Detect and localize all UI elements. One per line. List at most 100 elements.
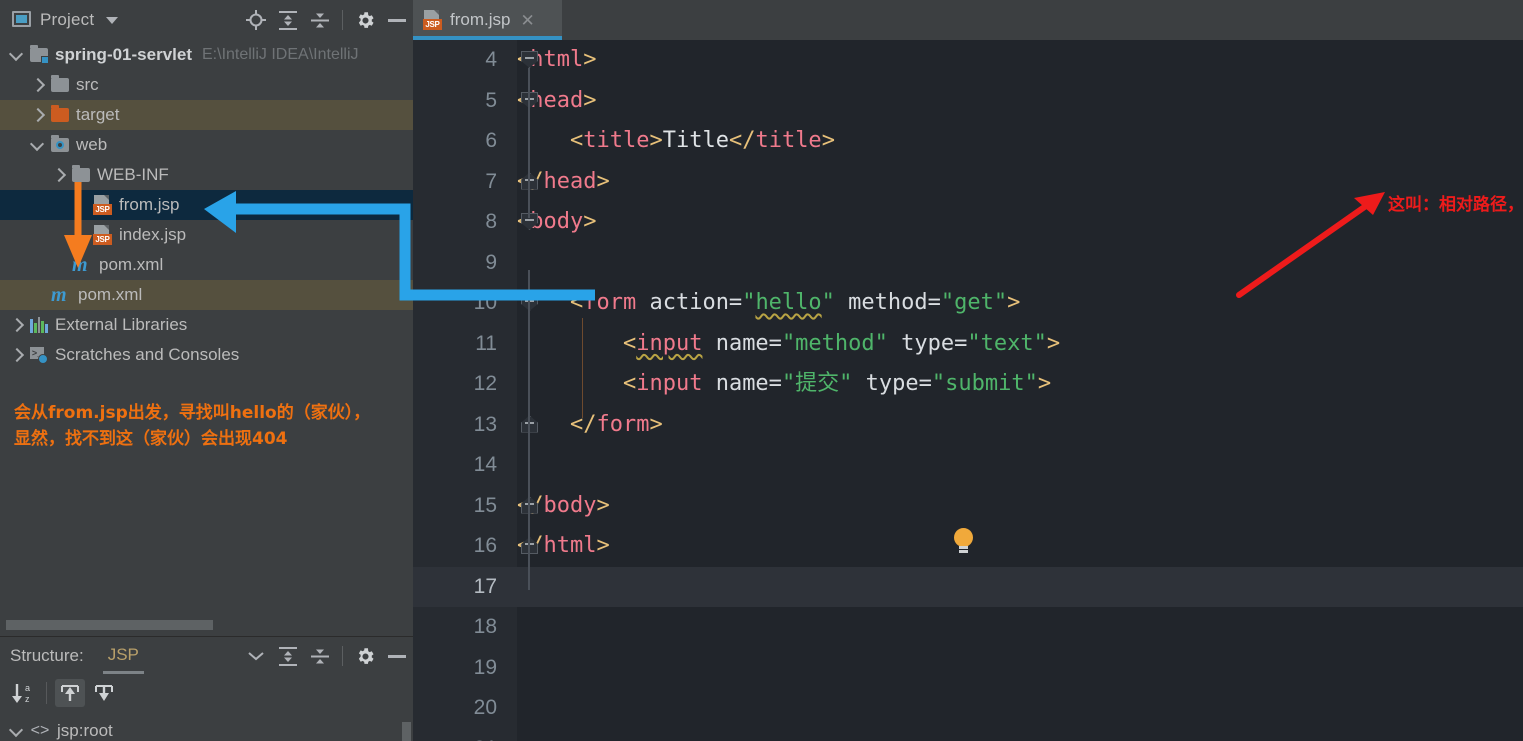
tree-node-label: spring-01-servlet (55, 45, 192, 64)
line-source: <input name="提交" type="submit"> (622, 371, 1052, 396)
fold-marker-line-4[interactable] (521, 51, 538, 68)
line-number: 13 (473, 412, 497, 436)
chevron-down-icon[interactable] (8, 723, 24, 739)
structure-scrollbar-thumb[interactable] (402, 722, 411, 741)
code-line-21[interactable]: 21 (413, 729, 1523, 741)
folder-icon (51, 75, 69, 92)
structure-node-jsp-root[interactable]: <> jsp:root (0, 721, 413, 741)
orange-annotation-line1: 会从from.jsp出发，寻找叫hello的（家伙）， (14, 403, 371, 423)
line-source: <title>Title</title> (569, 128, 835, 153)
tree-node-label: target (76, 105, 120, 124)
project-tool-window: Project spring-01-servlet E:\IntelliJ ID… (0, 0, 413, 741)
fold-connector-line (528, 270, 530, 590)
tree-node-label: index.jsp (119, 225, 187, 244)
code-line-19[interactable]: 19 (413, 648, 1523, 689)
chevron-right-icon[interactable] (8, 347, 24, 363)
line-number: 12 (473, 372, 497, 395)
lightbulb-icon[interactable] (954, 528, 974, 554)
structure-expand-all-icon[interactable] (272, 641, 304, 671)
orange-arrow-annotation (64, 182, 92, 268)
code-line-13[interactable]: 13 </form> (413, 405, 1523, 446)
chevron-down-icon[interactable] (8, 47, 24, 63)
tree-node-label: pom.xml (99, 255, 164, 274)
gear-icon[interactable] (349, 5, 381, 35)
chevron-right-icon[interactable] (29, 77, 45, 93)
svg-text:a: a (25, 683, 30, 693)
web-folder-icon (51, 135, 69, 152)
code-line-17[interactable]: 17 (413, 566, 1523, 607)
structure-chevron-down-icon[interactable] (240, 641, 272, 671)
indent-guide (582, 318, 583, 418)
orange-annotation-line2: 显然，找不到这（家伙）会出现404 (14, 429, 288, 449)
editor-tab-label: from.jsp (450, 10, 511, 29)
code-line-12[interactable]: 12 <input name="提交" type="submit"> (413, 364, 1523, 405)
editor-tab-from-jsp[interactable]: JSP from.jsp ✕ (413, 0, 562, 40)
project-tree[interactable]: spring-01-servlet E:\IntelliJ IDEA\Intell… (0, 40, 413, 602)
tree-node-label: Scratches and Consoles (55, 345, 240, 364)
chevron-right-icon[interactable] (8, 317, 24, 333)
structure-minimize-icon[interactable] (381, 641, 413, 671)
tree-node-scratches-and-consoles[interactable]: >_ Scratches and Consoles (0, 340, 413, 370)
close-icon[interactable]: ✕ (520, 12, 534, 29)
chevron-down-icon[interactable] (106, 16, 119, 24)
editor-tab-bar: JSP from.jsp ✕ (413, 0, 1523, 40)
tree-node-label: web (76, 135, 108, 154)
editor-area: JSP from.jsp ✕ 4<html>5<head>6 <title>Ti… (413, 0, 1523, 741)
chevron-down-icon[interactable] (29, 137, 45, 153)
minimize-icon[interactable] (381, 5, 413, 35)
structure-label: Structure: (10, 646, 84, 665)
scrollbar-thumb[interactable] (6, 620, 213, 630)
line-number: 5 (485, 88, 497, 112)
editor-code-area[interactable]: 4<html>5<head>6 <title>Title</title>7</h… (413, 40, 1523, 741)
line-number: 20 (473, 696, 497, 719)
code-line-6[interactable]: 6 <title>Title</title> (413, 121, 1523, 162)
code-line-15[interactable]: 15</body> (413, 486, 1523, 527)
structure-tab-jsp[interactable]: JSP (102, 645, 145, 674)
scratches-icon: >_ (30, 347, 48, 364)
sort-alphabetically-icon[interactable]: a z (8, 679, 38, 707)
structure-toolbar-separator (342, 646, 343, 666)
libraries-icon (30, 317, 48, 333)
autoscroll-to-source-icon[interactable] (55, 679, 85, 707)
structure-row2-separator (46, 682, 47, 704)
orange-annotation-text: 会从from.jsp出发，寻找叫hello的（家伙）， 显然，找不到这（家伙）会… (14, 400, 414, 452)
code-line-20[interactable]: 20 (413, 688, 1523, 729)
tree-node-label: pom.xml (78, 285, 143, 304)
collapse-all-icon[interactable] (304, 5, 336, 35)
code-line-5[interactable]: 5<head> (413, 81, 1523, 122)
tree-node-label: from.jsp (119, 195, 180, 214)
blue-arrow-annotation (204, 191, 595, 301)
line-number: 21 (413, 729, 497, 741)
line-source: </form> (569, 411, 663, 437)
structure-tree[interactable]: <> jsp:root (0, 721, 413, 741)
tree-node-src[interactable]: src (0, 70, 413, 100)
maven-icon: m (51, 284, 67, 306)
line-number: 14 (473, 453, 497, 476)
project-horizontal-scrollbar[interactable] (6, 620, 406, 630)
jsp-file-icon: JSP (423, 10, 442, 30)
code-line-4[interactable]: 4<html> (413, 40, 1523, 81)
svg-text:z: z (25, 694, 30, 704)
project-window-icon (12, 11, 31, 27)
autoscroll-from-source-icon[interactable] (89, 679, 119, 707)
chevron-right-icon[interactable] (29, 107, 45, 123)
tree-node-spring-01-servlet[interactable]: spring-01-servlet E:\IntelliJ IDEA\Intell… (0, 40, 413, 70)
locate-target-icon[interactable] (240, 5, 272, 35)
expand-all-icon[interactable] (272, 5, 304, 35)
tree-node-label: External Libraries (55, 315, 188, 334)
structure-collapse-all-icon[interactable] (304, 641, 336, 671)
line-number: 15 (473, 493, 497, 517)
xml-tag-icon: <> (30, 722, 50, 739)
tree-node-web[interactable]: web (0, 130, 413, 160)
line-source: <input name="method" type="text"> (622, 330, 1061, 356)
folder-orange-icon (51, 105, 69, 122)
project-toolbar: Project (0, 0, 413, 40)
line-number: 19 (473, 655, 497, 679)
code-line-11[interactable]: 11 <input name="method" type="text"> (413, 324, 1523, 365)
code-line-18[interactable]: 18 (413, 607, 1523, 648)
structure-gear-icon[interactable] (349, 641, 381, 671)
tree-node-target[interactable]: target (0, 100, 413, 130)
code-line-14[interactable]: 14 (413, 445, 1523, 486)
ide-window: Project spring-01-servlet E:\IntelliJ ID… (0, 0, 1523, 741)
structure-node-label: jsp:root (57, 721, 113, 740)
